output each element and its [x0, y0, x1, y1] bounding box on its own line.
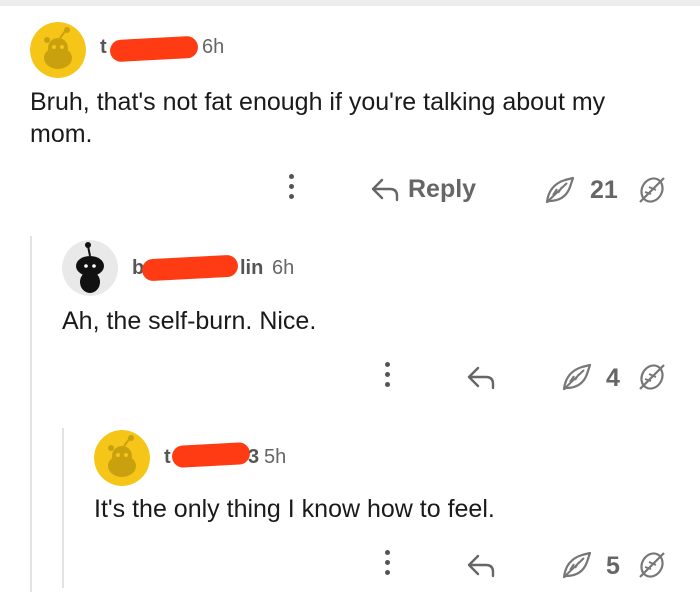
- timestamp: 6h: [272, 257, 295, 279]
- upvote-leaf-icon[interactable]: [543, 175, 577, 205]
- comment-body-line: Bruh, that's not fat enough if you're ta…: [30, 88, 606, 116]
- username-redaction: [141, 254, 239, 282]
- vote-score: 4: [606, 364, 620, 392]
- timestamp: 5h: [264, 446, 287, 468]
- reply-label: Reply: [408, 174, 477, 203]
- comment-body-line: mom.: [30, 120, 93, 148]
- more-options-button[interactable]: [382, 362, 392, 392]
- downvote-leaf-icon[interactable]: [636, 174, 668, 206]
- upvote-leaf-icon[interactable]: [560, 362, 594, 392]
- avatar[interactable]: [62, 240, 118, 296]
- avatar[interactable]: [30, 22, 86, 78]
- snoo-avatar-icon: [62, 240, 118, 296]
- upvote-leaf-icon[interactable]: [560, 550, 594, 580]
- reply-button[interactable]: Reply: [370, 172, 476, 206]
- username-end[interactable]: lin: [240, 257, 263, 280]
- vote-score: 21: [590, 176, 618, 204]
- username-end[interactable]: 3: [248, 446, 259, 469]
- comment-body: Bruh, that's not fat enough if you're ta…: [30, 86, 690, 150]
- comment-body: Ah, the self-burn. Nice.: [62, 307, 317, 335]
- reply-arrow-icon[interactable]: [466, 364, 496, 390]
- snoo-avatar-icon: [94, 430, 150, 486]
- downvote-leaf-icon[interactable]: [636, 361, 668, 393]
- top-divider: [0, 0, 700, 6]
- snoo-avatar-icon: [30, 22, 86, 78]
- username-redaction: [171, 441, 251, 469]
- vote-score: 5: [606, 552, 620, 580]
- reply-arrow-icon: [371, 178, 399, 202]
- avatar[interactable]: [94, 430, 150, 486]
- more-options-button[interactable]: [382, 550, 392, 580]
- thread-line[interactable]: [62, 428, 64, 588]
- reply-arrow-icon[interactable]: [466, 552, 496, 578]
- timestamp: 6h: [202, 36, 225, 58]
- username-redaction: [109, 35, 199, 63]
- username[interactable]: t: [100, 36, 107, 59]
- downvote-leaf-icon[interactable]: [636, 549, 668, 581]
- more-options-button[interactable]: [286, 174, 296, 204]
- comment-body: It's the only thing I know how to feel.: [94, 495, 495, 523]
- thread-line[interactable]: [30, 236, 32, 592]
- username[interactable]: t: [164, 446, 171, 469]
